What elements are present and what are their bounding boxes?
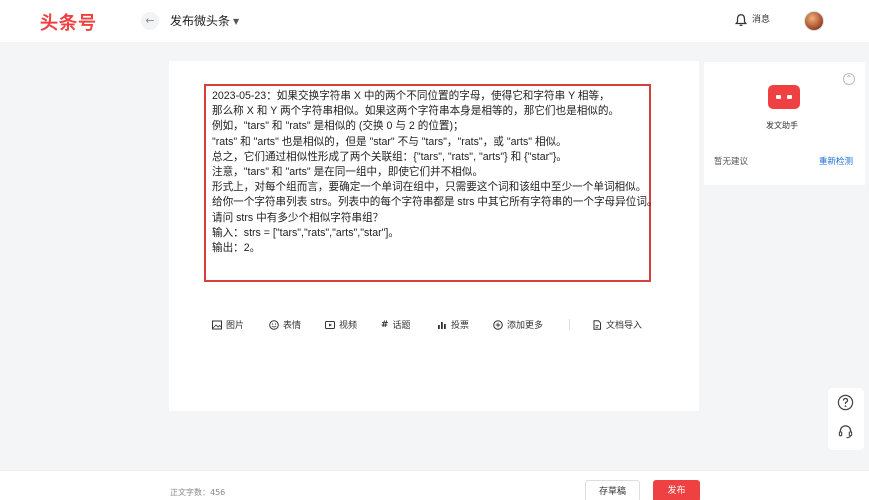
help-icon[interactable] — [837, 394, 854, 411]
collapse-icon[interactable]: ⌃ — [843, 73, 855, 85]
hashtag-icon: # — [381, 319, 389, 330]
import-document-button[interactable]: 文档导入 — [592, 318, 642, 331]
post-content-editor[interactable]: 2023-05-23：如果交换字符串 X 中的两个不同位置的字母，使得它和字符串… — [204, 84, 658, 282]
back-button[interactable]: ← — [141, 12, 159, 30]
insert-poll-label: 投票 — [451, 321, 470, 331]
add-more-label: 添加更多 — [507, 321, 544, 331]
assistant-name: 发文助手 — [766, 121, 798, 130]
insert-image-button[interactable]: 图片 — [212, 318, 244, 331]
import-document-label: 文档导入 — [606, 321, 643, 331]
bell-icon — [734, 13, 748, 26]
publish-type-dropdown[interactable]: 发布微头条 ▼ — [170, 12, 239, 29]
floating-help-panel — [828, 388, 864, 450]
brand-logo[interactable]: 头条号 — [40, 9, 97, 35]
no-suggestion-text: 暂无建议 — [714, 157, 749, 167]
insert-poll-button[interactable]: 投票 — [437, 318, 469, 331]
content-line: 总之，它们通过相似性形成了两个关联组：{"tars", "rats", "art… — [212, 150, 568, 163]
insert-topic-label: 话题 — [392, 321, 411, 331]
content-line: 输入：strs = ["tars","rats","arts","star"]。 — [212, 226, 399, 239]
insert-image-label: 图片 — [226, 321, 245, 331]
insert-topic-button[interactable]: # 话题 — [381, 318, 411, 332]
content-line: 2023-05-23：如果交换字符串 X 中的两个不同位置的字母，使得它和字符串… — [212, 90, 610, 102]
content-line: 注意，"tars" 和 "arts" 是在同一组中，即使它们并不相似。 — [212, 166, 484, 179]
content-line: 例如，"tars" 和 "rats" 是相似的 (交换 0 与 2 的位置)； — [212, 120, 464, 133]
image-icon — [212, 320, 222, 329]
word-count: 正文字数：456 — [170, 488, 226, 497]
poll-icon — [438, 321, 446, 329]
content-line: 形式上，对每个组而言，要确定一个单词在组中，只需要这个词和该组中至少一个单词相似… — [212, 181, 647, 194]
plus-circle-icon — [493, 319, 503, 330]
messages-label: 消息 — [752, 15, 771, 25]
insert-emoji-button[interactable]: 表情 — [269, 318, 301, 331]
recheck-link[interactable]: 重新检测 — [819, 155, 853, 167]
caret-down-icon: ▼ — [233, 17, 240, 26]
content-line: 那么称 X 和 Y 两个字符串相似。如果这两个字符串本身是相等的，那它们也是相似… — [212, 105, 620, 118]
content-line: 给你一个字符串列表 strs。列表中的每个字符串都是 strs 中其它所有字符串… — [212, 196, 658, 209]
emoji-icon — [269, 319, 279, 330]
save-draft-button[interactable]: 存草稿 — [585, 480, 640, 500]
add-more-button[interactable]: 添加更多 — [493, 318, 543, 331]
insert-emoji-label: 表情 — [283, 321, 302, 331]
assistant-robot-icon — [768, 85, 800, 109]
bottom-bar — [0, 470, 869, 500]
customer-service-icon[interactable] — [837, 423, 854, 440]
page-title: 发布微头条 — [170, 14, 231, 28]
toolbar-divider — [569, 319, 570, 330]
insert-video-button[interactable]: 视频 — [325, 318, 357, 331]
video-icon — [325, 320, 335, 329]
avatar[interactable] — [804, 11, 824, 31]
arrow-left-icon: ← — [145, 14, 155, 27]
content-line: 请问 strs 中有多少个相似字符串组？ — [212, 211, 384, 224]
content-line: 输出：2。 — [212, 242, 261, 255]
content-line: "rats" 和 "arts" 也是相似的，但是 "star" 不与 "tars… — [212, 135, 567, 148]
document-icon — [593, 319, 601, 330]
insert-video-label: 视频 — [339, 321, 358, 331]
messages-button[interactable]: 消息 — [734, 12, 770, 27]
publish-button[interactable]: 发布 — [653, 480, 700, 500]
